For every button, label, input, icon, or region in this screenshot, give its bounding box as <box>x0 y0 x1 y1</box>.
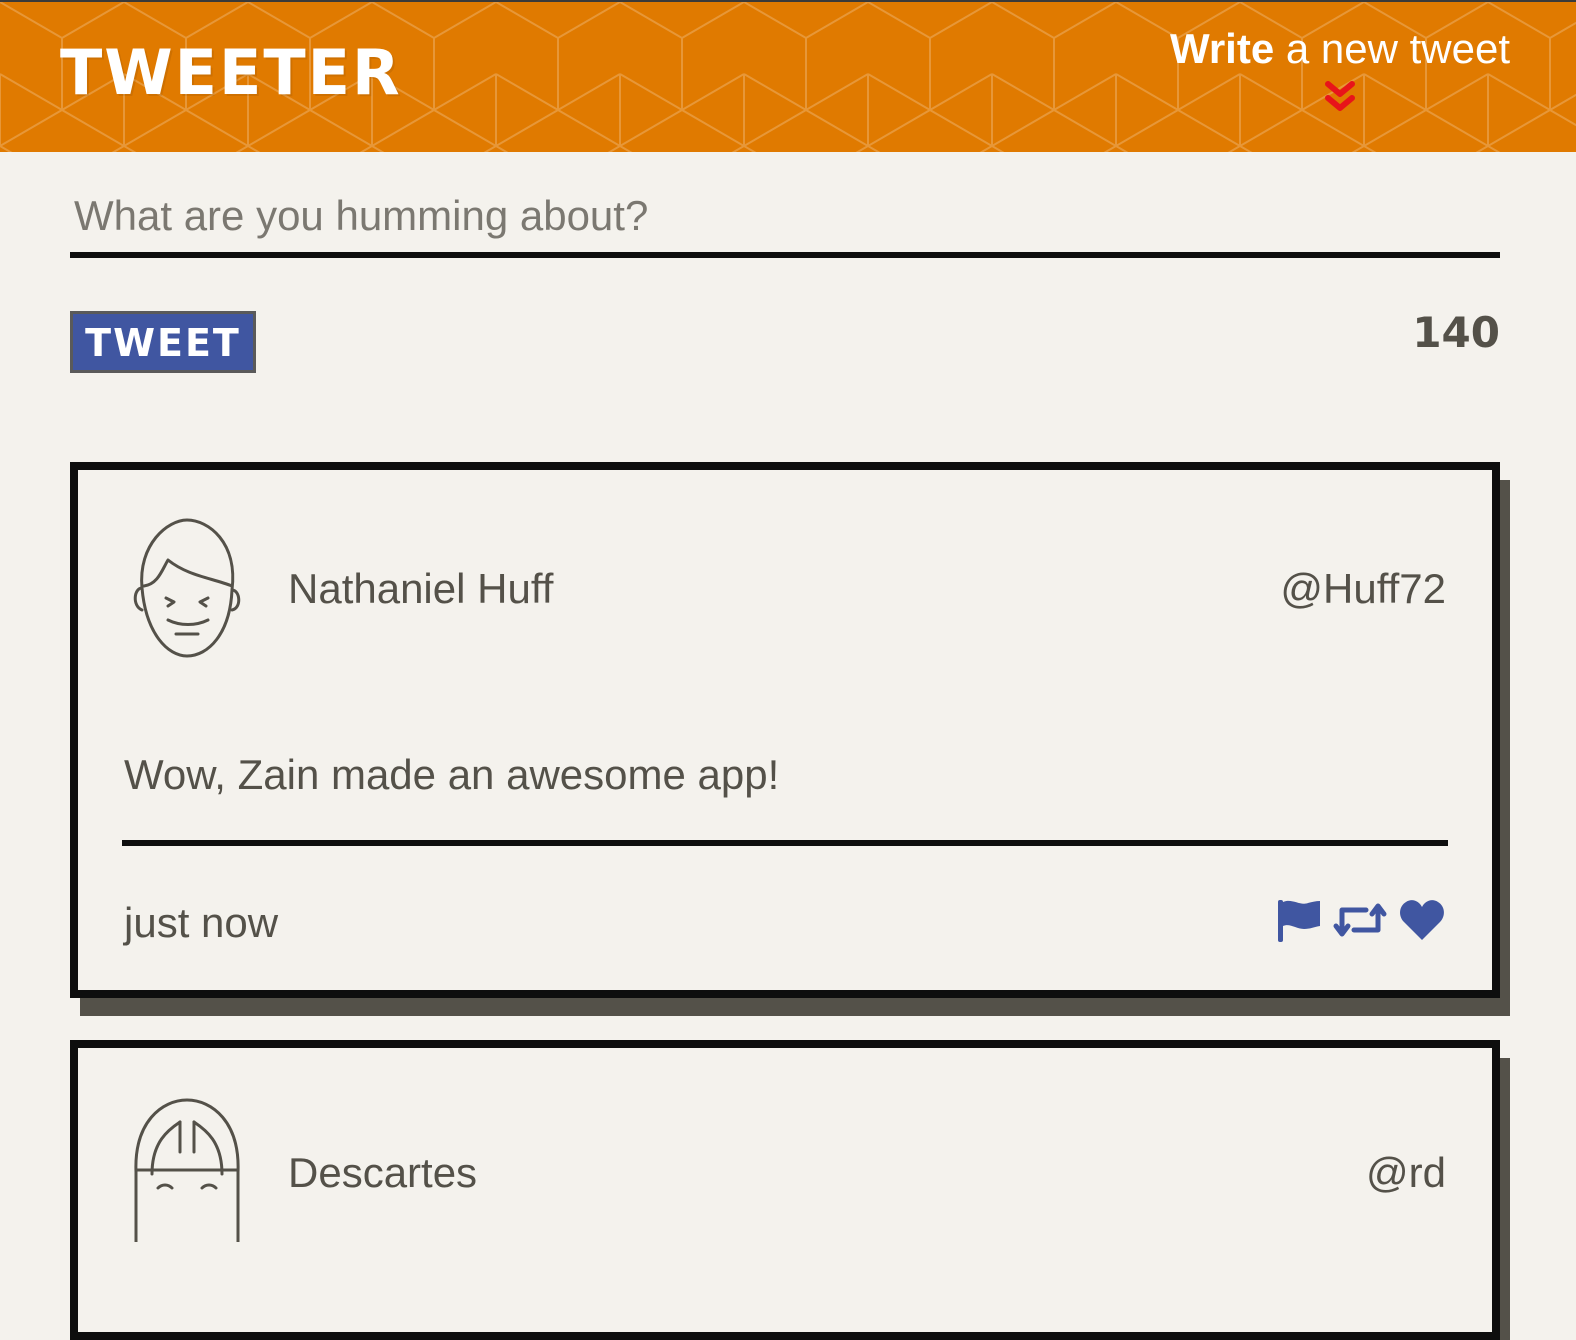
retweet-icon[interactable] <box>1332 896 1388 944</box>
user-display-name: Descartes <box>288 1149 478 1196</box>
tweet-divider <box>122 840 1448 846</box>
tweet-card: Nathaniel Huff @Huff72 Wow, Zain made an… <box>70 462 1500 998</box>
user-handle[interactable]: @rd <box>1366 1152 1446 1194</box>
top-nav: TWEETER Write a new tweet <box>0 0 1576 152</box>
tweet-card: Descartes @rd <box>70 1040 1500 1340</box>
character-counter: 140 <box>1412 308 1500 357</box>
tweet-text-input[interactable] <box>70 184 1500 258</box>
double-chevron-down-icon[interactable] <box>1324 80 1356 116</box>
write-label: Write <box>1169 25 1275 72</box>
tweet-content: Wow, Zain made an awesome app! <box>124 751 780 798</box>
tweet-composer <box>70 184 1500 258</box>
write-new-tweet-toggle[interactable]: Write a new tweet <box>1170 28 1510 116</box>
user-handle[interactable]: @Huff72 <box>1280 568 1446 610</box>
tweet-submit-button[interactable]: TWEET <box>70 311 256 373</box>
male-face-avatar <box>133 518 241 658</box>
tweet-timestamp: just now <box>124 899 279 946</box>
flag-icon[interactable] <box>1274 896 1322 944</box>
app-logo-title[interactable]: TWEETER <box>60 42 402 104</box>
user-display-name: Nathaniel Huff <box>288 565 554 612</box>
new-tweet-label: a new tweet <box>1274 25 1510 72</box>
heart-icon[interactable] <box>1398 896 1446 944</box>
bob-hair-avatar <box>134 1098 240 1242</box>
tweet-actions <box>1274 896 1446 944</box>
